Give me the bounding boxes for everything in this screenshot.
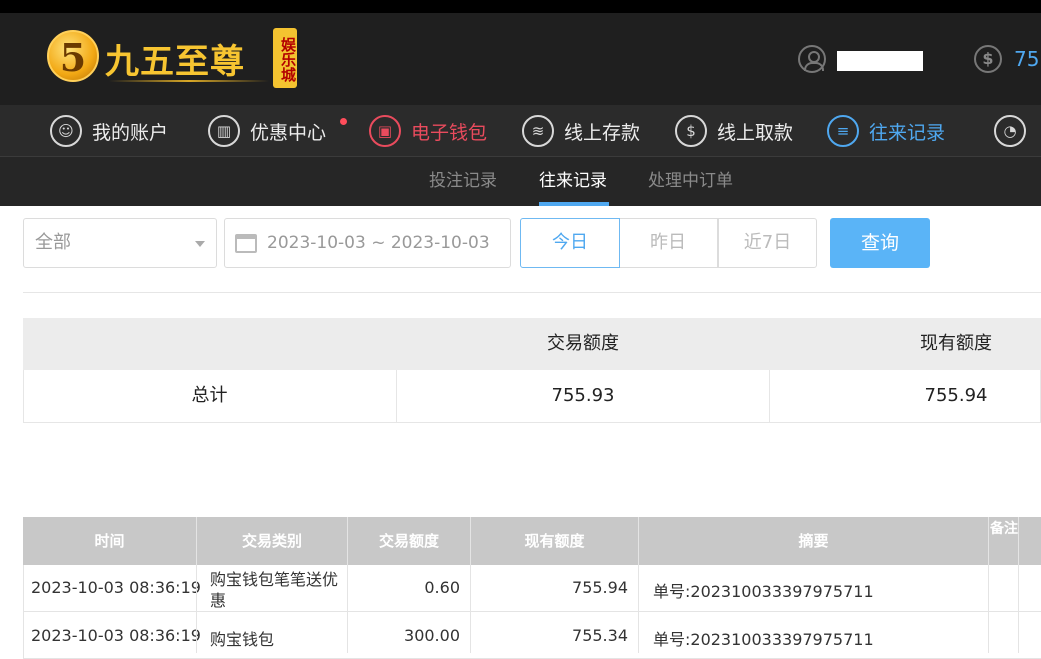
- row-time: 2023-10-03 08:36:19: [31, 626, 201, 645]
- row-summary: 单号:202310033397975711: [653, 630, 874, 649]
- row-col-divider: [988, 565, 989, 653]
- query-button[interactable]: 查询: [830, 218, 930, 268]
- username-redacted: [837, 51, 923, 71]
- nav-item-promotions[interactable]: ▥ 优惠中心: [208, 105, 326, 157]
- active-tab-indicator: [539, 202, 609, 206]
- logo-ornament: [109, 80, 269, 82]
- summary-total-trade-amount: 755.93: [551, 385, 615, 406]
- col-header-category: 交易类别: [241, 532, 302, 550]
- summary-total-current-amount: 755.94: [924, 385, 988, 406]
- row-time: 2023-10-03 08:36:19: [31, 578, 201, 597]
- row-col-divider: [470, 565, 471, 653]
- header-col-divider: [196, 517, 197, 565]
- nav-item-records[interactable]: ≡ 往来记录: [827, 105, 945, 157]
- col-header-amount: 交易额度: [378, 532, 439, 550]
- summary-header-trade-amount: 交易额度: [547, 333, 619, 354]
- top-strip: [0, 0, 1041, 13]
- tab-bet-records[interactable]: 投注记录: [429, 157, 497, 206]
- row-col-divider: [1018, 565, 1019, 653]
- sub-nav: 投注记录 往来记录 处理中订单: [0, 157, 1041, 206]
- col-header-note: 备注: [990, 521, 1018, 537]
- site-header: 5 九五至尊 娱乐城 $ 755: [0, 13, 1041, 105]
- record-icon: ≡: [827, 115, 859, 147]
- row-balance: 755.34: [572, 626, 628, 645]
- col-header-time: 时间: [94, 532, 125, 550]
- header-col-divider: [638, 517, 639, 565]
- row-amount: 0.60: [424, 578, 460, 597]
- date-range-picker[interactable]: 2023-10-03 ~ 2023-10-03: [224, 218, 511, 268]
- brand-logo[interactable]: 5 九五至尊 娱乐城: [47, 28, 299, 90]
- header-col-divider: [988, 517, 989, 565]
- nav-item-my-account[interactable]: ☺ 我的账户: [50, 105, 168, 157]
- tab-transaction-records[interactable]: 往来记录: [539, 157, 607, 206]
- row-col-divider: [347, 565, 348, 653]
- logo-mark-icon: 5: [47, 30, 99, 82]
- header-col-divider: [347, 517, 348, 565]
- nav-item-deposit[interactable]: ≋ 线上存款: [522, 105, 640, 157]
- quick-filter-last-7-days[interactable]: 近7日: [718, 218, 817, 268]
- summary-total-label: 总计: [191, 385, 228, 406]
- gift-icon: ▥: [208, 115, 240, 147]
- header-col-divider: [470, 517, 471, 565]
- brand-name: 九五至尊: [105, 42, 245, 82]
- account-avatar-icon[interactable]: [798, 45, 826, 73]
- row-category: 购宝钱包笔笔送优惠: [210, 570, 339, 610]
- nav-item-notifications[interactable]: ◔: [994, 105, 1036, 157]
- nav-item-e-wallet[interactable]: ▣ 电子钱包: [369, 105, 487, 157]
- transaction-type-select[interactable]: 全部: [23, 218, 217, 268]
- calendar-icon: [235, 234, 257, 253]
- row-col-divider: [196, 565, 197, 653]
- account-balance: 755: [1014, 47, 1041, 71]
- summary-header-current-amount: 现有额度: [920, 333, 992, 354]
- wallet-icon: ▣: [369, 115, 401, 147]
- filter-divider: [23, 292, 1041, 293]
- col-header-summary: 摘要: [798, 532, 829, 550]
- balance-coin-icon: $: [974, 45, 1002, 73]
- nav-item-withdraw[interactable]: $ 线上取款: [675, 105, 793, 157]
- row-balance: 755.94: [572, 578, 628, 597]
- deposit-icon: ≋: [522, 115, 554, 147]
- main-nav: ☺ 我的账户 ▥ 优惠中心 ▣ 电子钱包 ≋ 线上存款 $ 线上取款 ≡ 往来记…: [0, 105, 1041, 157]
- tab-pending-orders[interactable]: 处理中订单: [648, 157, 733, 206]
- chevron-down-icon: [195, 241, 205, 247]
- promotions-badge-dot: [340, 118, 347, 125]
- row-summary: 单号:202310033397975711: [653, 582, 874, 601]
- row-category: 购宝钱包: [210, 630, 275, 649]
- quick-filter-today[interactable]: 今日: [520, 218, 620, 268]
- withdraw-icon: $: [675, 115, 707, 147]
- col-header-balance: 现有额度: [524, 532, 585, 550]
- header-col-divider: [1018, 517, 1019, 565]
- row-amount: 300.00: [404, 626, 460, 645]
- bell-icon: ◔: [994, 115, 1026, 147]
- row-col-divider: [638, 565, 639, 653]
- user-icon: ☺: [50, 115, 82, 147]
- quick-filter-yesterday[interactable]: 昨日: [619, 218, 718, 268]
- brand-badge: 娱乐城: [273, 28, 297, 88]
